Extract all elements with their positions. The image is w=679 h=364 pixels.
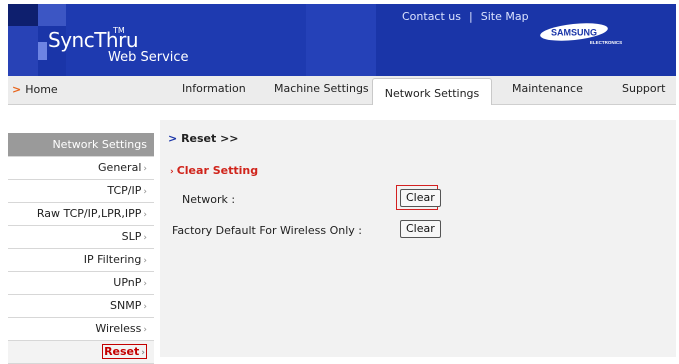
chevron-right-icon: › [143,210,147,220]
network-label: Network : [182,193,236,206]
sidebar-item-ip-filtering[interactable]: IP Filtering › [8,249,154,272]
sidebar: Network Settings General › TCP/IP › Raw TC… [8,133,154,364]
chevron-right-icon: › [143,233,147,243]
top-links: Contact us | Site Map [402,10,529,23]
section-title-text: Clear Setting [176,164,259,177]
chevron-right-icon: › [143,164,147,174]
chevron-right-icon: › [143,187,147,197]
sidebar-item-wireless[interactable]: Wireless › [8,318,154,341]
samsung-logo-subtext: ELECTRONICS [590,40,622,45]
breadcrumb: > Reset >> [168,132,239,145]
tab-maintenance[interactable]: Maintenance [512,82,583,95]
brand-trademark: TM [113,26,125,35]
sidebar-item-tcpip[interactable]: TCP/IP › [8,180,154,203]
section-title: › Clear Setting [170,164,258,177]
brand-subtitle: Web Service [108,50,189,65]
sidebar-item-upnp[interactable]: UPnP › [8,272,154,295]
clear-wireless-button[interactable]: Clear [400,220,441,238]
sidebar-item-label: General [98,161,142,174]
link-separator: | [469,10,473,23]
sidebar-item-label: SLP [121,230,142,243]
sidebar-item-label: UPnP [113,276,142,289]
sidebar-item-label: TCP/IP [107,184,142,197]
sidebar-item-reset-text: Reset [104,345,140,358]
brand-stripe [38,42,47,60]
sidebar-item-label: Wireless [95,322,142,335]
tab-network-settings-label: Network Settings [384,87,480,100]
main-nav: > Home Information Machine Settings Netwo… [8,76,676,105]
banner-decor-square [8,4,38,26]
contact-us-link[interactable]: Contact us [402,10,461,23]
home-arrow-icon: > [12,83,22,96]
banner-decor-square [38,4,66,26]
chevron-right-icon: › [143,302,147,312]
samsung-logo: SAMSUNG ELECTRONICS [540,23,622,45]
header-banner: SyncThru TM Web Service Contact us | Site … [8,4,676,76]
sidebar-item-slp[interactable]: SLP › [8,226,154,249]
sidebar-item-raw-tcpip[interactable]: Raw TCP/IP,LPR,IPP › [8,203,154,226]
tab-information[interactable]: Information [182,82,246,95]
content-panel: > Reset >> › Clear Setting Network : Clea… [160,120,676,357]
samsung-logo-text: SAMSUNG [551,28,597,38]
banner-decor-square [306,4,376,76]
tab-machine-settings[interactable]: Machine Settings [274,82,369,95]
breadcrumb-arrow-icon: > [168,132,178,145]
tab-support[interactable]: Support [622,82,665,95]
sidebar-item-reset[interactable]: Reset › [8,341,154,364]
factory-default-wireless-label: Factory Default For Wireless Only : [172,224,362,237]
tab-network-settings[interactable]: Network Settings [372,78,492,105]
site-map-link[interactable]: Site Map [481,10,529,23]
sidebar-item-general[interactable]: General › [8,157,154,180]
chevron-right-icon: › [143,325,147,335]
chevron-right-icon: › [143,256,147,266]
home-link[interactable]: > Home [12,83,58,96]
breadcrumb-text: Reset >> [181,132,239,145]
banner-decor-square [8,26,38,76]
sidebar-header: Network Settings [8,133,154,157]
sidebar-item-label: Raw TCP/IP,LPR,IPP [36,207,142,220]
clear-network-button[interactable]: Clear [400,189,441,207]
sidebar-item-label: IP Filtering [83,253,142,266]
section-arrow-icon: › [170,167,174,177]
chevron-right-icon: › [143,279,147,289]
home-label: Home [25,83,58,96]
sidebar-item-snmp[interactable]: SNMP › [8,295,154,318]
sidebar-item-label: SNMP [110,299,142,312]
